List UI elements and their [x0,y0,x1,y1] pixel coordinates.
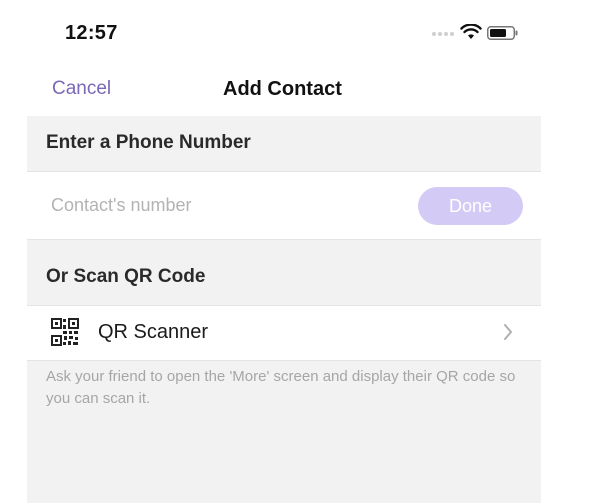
chevron-right-icon [504,324,512,340]
signal-dots-icon [432,32,454,36]
wifi-icon [460,24,482,39]
status-time: 12:57 [65,22,118,44]
content-area: Enter a Phone Number Done Or Scan QR Cod… [27,116,541,503]
qr-scanner-label: QR Scanner [98,321,209,343]
qr-help-text: Ask your friend to open the 'More' scree… [46,368,516,407]
qr-section-title: Or Scan QR Code [46,266,206,287]
nav-bar: Cancel Add Contact [0,66,602,116]
phone-input-row: Done [27,171,541,240]
phone-section-title: Enter a Phone Number [46,132,251,153]
status-bar: 12:57 [0,0,602,66]
phone-section-header: Enter a Phone Number [27,116,541,170]
done-button[interactable]: Done [418,187,523,225]
page-title: Add Contact [223,78,342,100]
battery-icon [487,26,518,40]
cancel-button[interactable]: Cancel [52,78,111,100]
qr-section-header: Or Scan QR Code [27,250,541,304]
qr-scanner-row[interactable]: QR Scanner [27,305,541,361]
qr-code-icon [51,318,79,346]
contact-number-input[interactable] [45,190,417,220]
